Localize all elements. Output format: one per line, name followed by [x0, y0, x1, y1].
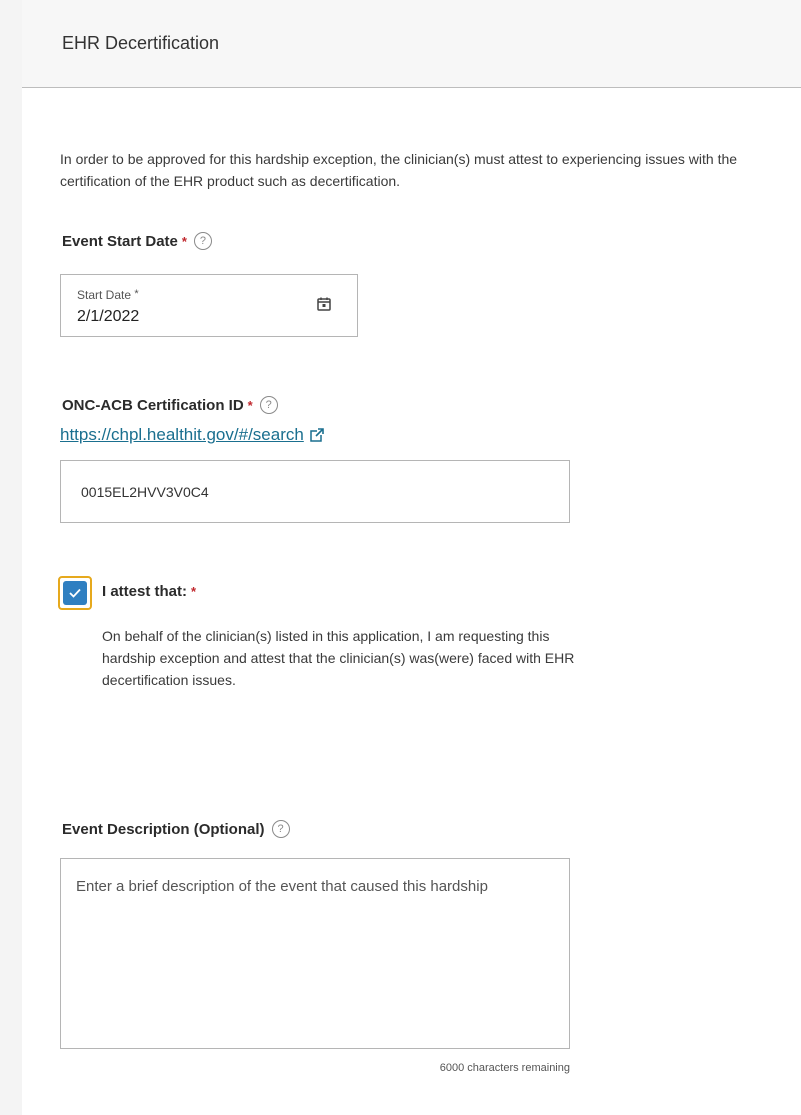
panel-header: EHR Decertification: [22, 0, 801, 88]
start-date-field-label-text: Start Date: [77, 288, 132, 302]
event-start-date-label: Event Start Date * ?: [62, 232, 212, 250]
characters-remaining: 6000 characters remaining: [439, 1062, 570, 1074]
question-circle-icon[interactable]: ?: [193, 232, 212, 250]
event-description-label-text: Event Description (Optional): [62, 820, 265, 838]
decertification-panel: EHR Decertification In order to be appro…: [22, 0, 801, 1115]
attest-checkbox-box[interactable]: [63, 581, 87, 605]
attest-label-text: I attest that:: [102, 583, 188, 600]
attest-label: I attest that: *: [102, 583, 196, 600]
start-date-field-label: Start Date *: [77, 288, 139, 302]
required-marker: *: [181, 233, 187, 249]
certification-id-input[interactable]: [60, 460, 570, 523]
certification-id-label-text: ONC-ACB Certification ID: [62, 396, 244, 414]
chpl-search-link[interactable]: https://chpl.healthit.gov/#/search: [60, 425, 304, 445]
attest-checkbox[interactable]: [58, 576, 92, 610]
event-start-date-label-text: Event Start Date: [62, 232, 178, 250]
calendar-icon[interactable]: [316, 296, 332, 312]
external-link-icon[interactable]: [309, 427, 325, 443]
event-description-textarea[interactable]: [60, 858, 570, 1049]
checkmark-icon: [69, 588, 81, 598]
intro-text: In order to be approved for this hardshi…: [60, 151, 738, 189]
panel-title: EHR Decertification: [62, 33, 220, 53]
required-marker: *: [247, 397, 253, 413]
attest-body-text: On behalf of the clinician(s) listed in …: [102, 628, 575, 688]
chpl-search-link-row: https://chpl.healthit.gov/#/search: [60, 425, 325, 445]
start-date-field[interactable]: Start Date * 2/1/2022: [60, 274, 358, 337]
required-marker: *: [191, 584, 197, 599]
page-gutter: [0, 0, 22, 1115]
start-date-required-marker: *: [134, 288, 139, 300]
question-circle-icon[interactable]: ?: [271, 820, 290, 838]
event-description-label: Event Description (Optional) ?: [62, 820, 290, 838]
question-circle-icon[interactable]: ?: [259, 396, 278, 414]
certification-id-label: ONC-ACB Certification ID * ?: [62, 396, 278, 414]
start-date-value[interactable]: 2/1/2022: [77, 308, 139, 326]
